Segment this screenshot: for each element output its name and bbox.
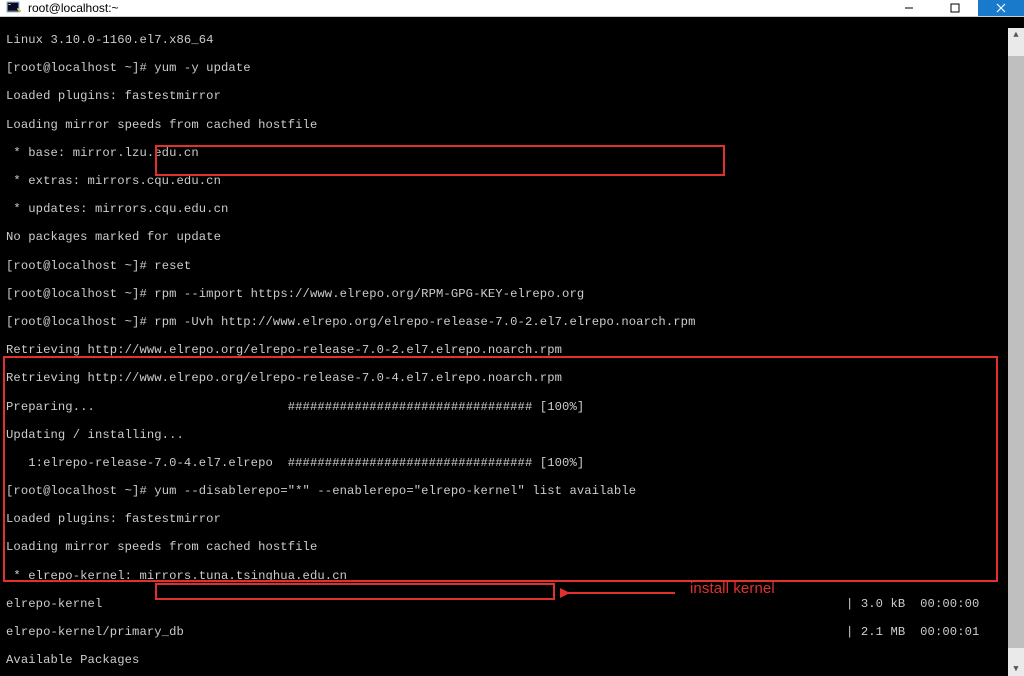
output-line: elrepo-kernel/primary_db| 2.1 MB 00:00:0… (6, 625, 1018, 639)
output-line: [root@localhost ~]# rpm -Uvh http://www.… (6, 315, 1018, 329)
output-line: 1:elrepo-release-7.0-4.el7.elrepo ######… (6, 456, 1018, 470)
output-line: [root@localhost ~]# rpm --import https:/… (6, 287, 1018, 301)
close-button[interactable] (978, 0, 1024, 16)
scroll-up-icon[interactable]: ▲ (1008, 28, 1024, 42)
output-line: Updating / installing... (6, 428, 1018, 442)
output-line: Retrieving http://www.elrepo.org/elrepo-… (6, 343, 1018, 357)
scroll-down-icon[interactable]: ▼ (1008, 662, 1024, 676)
putty-window: root@localhost:~ Linux 3.10.0-1160.el7.x… (0, 0, 1024, 676)
output-line: Loading mirror speeds from cached hostfi… (6, 118, 1018, 132)
output-line: [root@localhost ~]# yum -y update (6, 61, 1018, 75)
output-line: Loaded plugins: fastestmirror (6, 512, 1018, 526)
output-line: Linux 3.10.0-1160.el7.x86_64 (6, 33, 1018, 47)
output-line: Available Packages (6, 653, 1018, 667)
output-line: * updates: mirrors.cqu.edu.cn (6, 202, 1018, 216)
annotation-label: install kernel (690, 582, 775, 596)
terminal-scrollbar[interactable]: ▲ ▼ (1008, 28, 1024, 676)
output-line: * extras: mirrors.cqu.edu.cn (6, 174, 1018, 188)
output-line: [root@localhost ~]# reset (6, 259, 1018, 273)
output-line: Loading mirror speeds from cached hostfi… (6, 540, 1018, 554)
window-titlebar[interactable]: root@localhost:~ (0, 0, 1024, 17)
terminal-output[interactable]: Linux 3.10.0-1160.el7.x86_64 [root@local… (0, 17, 1024, 676)
maximize-button[interactable] (932, 0, 978, 16)
output-line: No packages marked for update (6, 230, 1018, 244)
output-line: Retrieving http://www.elrepo.org/elrepo-… (6, 371, 1018, 385)
minimize-button[interactable] (886, 0, 932, 16)
output-line: Preparing... ###########################… (6, 400, 1018, 414)
putty-icon (6, 0, 22, 16)
output-line: * elrepo-kernel: mirrors.tuna.tsinghua.e… (6, 569, 1018, 583)
output-line: [root@localhost ~]# yum --disablerepo="*… (6, 484, 1018, 498)
output-line: elrepo-kernel| 3.0 kB 00:00:00 (6, 597, 1018, 611)
output-line: Loaded plugins: fastestmirror (6, 89, 1018, 103)
scroll-thumb[interactable] (1008, 56, 1024, 648)
window-title: root@localhost:~ (28, 1, 119, 15)
output-line: * base: mirror.lzu.edu.cn (6, 146, 1018, 160)
